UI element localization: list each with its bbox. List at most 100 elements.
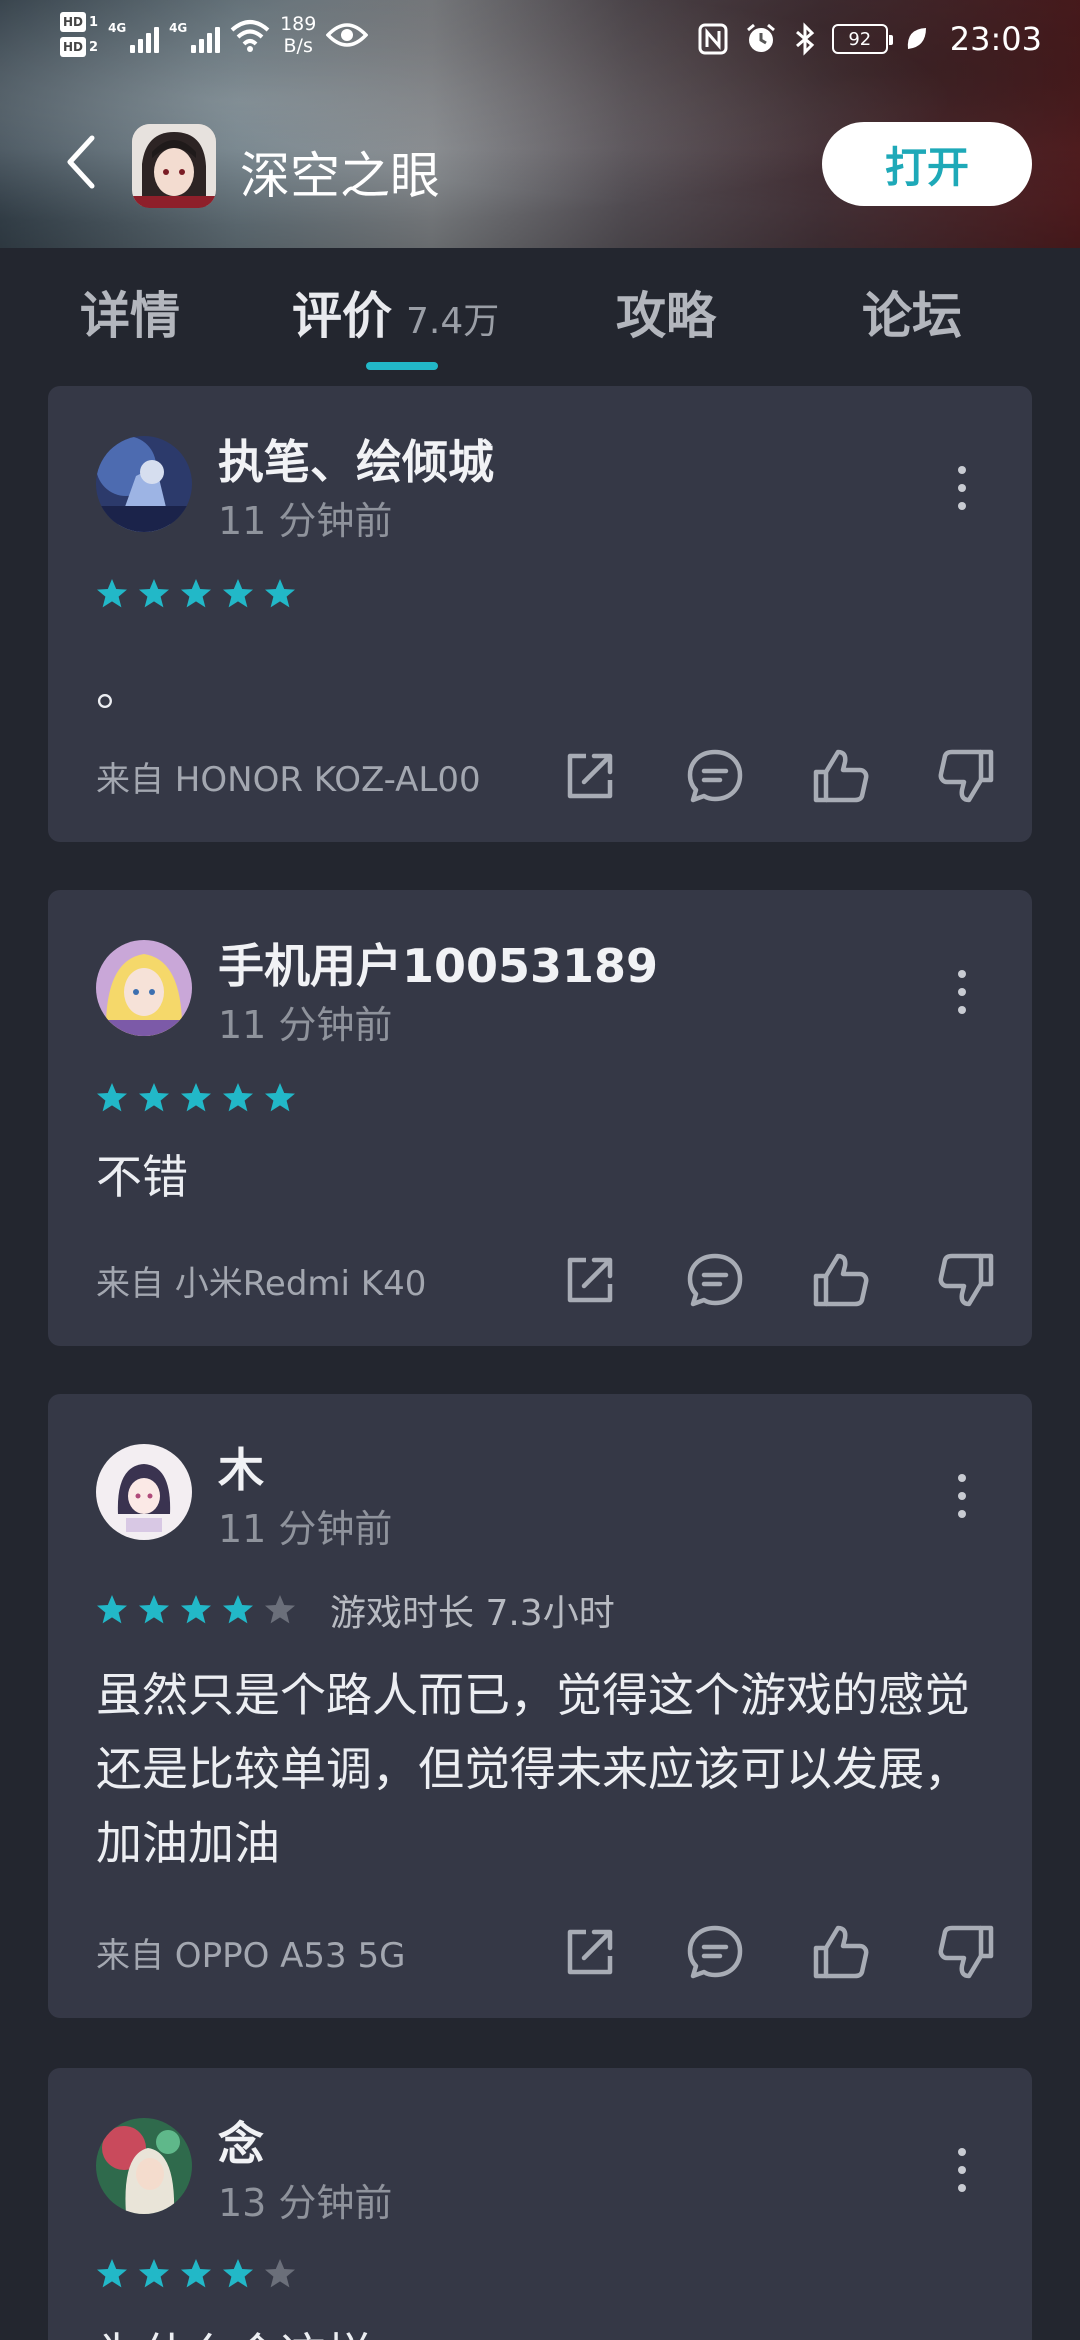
username[interactable]: 念 xyxy=(218,2108,264,2174)
leaf-icon xyxy=(907,28,926,49)
review-card: 手机用户10053189 11 分钟前 不错 来自 小米Redmi K40 xyxy=(48,890,1032,1346)
thumb-down-icon xyxy=(938,749,994,803)
star-icon xyxy=(181,2259,211,2288)
star-icon xyxy=(181,1083,211,1112)
nfc-icon xyxy=(698,23,728,55)
share-button[interactable] xyxy=(558,744,622,808)
signal-2-icon: 4G xyxy=(169,17,221,53)
star-icon xyxy=(265,1595,295,1624)
wifi-icon xyxy=(230,20,270,52)
avatar[interactable] xyxy=(96,436,192,532)
avatar[interactable] xyxy=(96,1444,192,1540)
bluetooth-icon xyxy=(795,22,814,56)
review-text: 为什么会这样 xyxy=(96,2318,996,2340)
username[interactable]: 执笔、绘倾城 xyxy=(218,426,494,492)
star-icon xyxy=(97,579,127,608)
star-icon xyxy=(139,579,169,608)
alarm-icon xyxy=(746,23,775,52)
rating-stars: 游戏时长 7.3小时 xyxy=(96,1584,615,1636)
comment-button[interactable] xyxy=(683,744,747,808)
comment-icon xyxy=(688,1925,743,1979)
star-icon xyxy=(139,1083,169,1112)
dislike-button[interactable] xyxy=(934,1248,998,1312)
review-actions xyxy=(558,1248,998,1312)
star-icon xyxy=(223,1595,253,1624)
comment-icon xyxy=(688,1253,743,1307)
more-icon[interactable] xyxy=(952,2148,972,2192)
star-icon xyxy=(223,579,253,608)
comment-button[interactable] xyxy=(683,1920,747,1984)
review-time: 11 分钟前 xyxy=(218,1003,393,1047)
star-icon xyxy=(265,1083,295,1112)
share-button[interactable] xyxy=(558,1248,622,1312)
clock: 23:03 xyxy=(949,20,1042,58)
review-time: 11 分钟前 xyxy=(218,499,393,543)
thumb-up-icon xyxy=(813,1925,869,1979)
share-icon xyxy=(567,753,613,799)
comment-button[interactable] xyxy=(683,1248,747,1312)
username[interactable]: 手机用户10053189 xyxy=(218,930,658,996)
playtime: 游戏时长 7.3小时 xyxy=(330,1593,615,1634)
rating-stars xyxy=(96,578,296,610)
back-icon xyxy=(67,135,95,189)
review-time: 11 分钟前 xyxy=(218,1507,393,1551)
avatar[interactable] xyxy=(96,940,192,1036)
star-icon xyxy=(181,579,211,608)
share-icon xyxy=(567,1257,613,1303)
review-text: 。 xyxy=(96,662,142,716)
rating-stars xyxy=(96,2258,296,2290)
review-text: 不错 xyxy=(96,1150,188,1204)
rating-stars xyxy=(96,1082,296,1114)
star-icon xyxy=(265,2259,295,2288)
tab-forum[interactable]: 论坛 xyxy=(862,276,962,348)
review-card: 念 13 分钟前 为什么会这样 xyxy=(48,2068,1032,2340)
tab-bar: 详情 评价 7.4万 攻略 论坛 xyxy=(0,248,1080,378)
star-icon xyxy=(97,2259,127,2288)
open-button[interactable]: 打开 xyxy=(822,122,1032,206)
review-actions xyxy=(558,744,998,808)
more-icon[interactable] xyxy=(952,1474,972,1518)
status-bar: HD 1 HD 2 4G 4G 189 B/s 92 23:03 xyxy=(0,0,1080,80)
dislike-button[interactable] xyxy=(934,1920,998,1984)
battery-icon: 92 xyxy=(831,24,893,54)
device-source: 来自 小米Redmi K40 xyxy=(96,1264,427,1304)
review-actions xyxy=(558,1920,998,1984)
app-icon xyxy=(132,124,216,208)
star-icon xyxy=(181,1595,211,1624)
back-button[interactable] xyxy=(60,132,110,192)
more-icon[interactable] xyxy=(952,970,972,1014)
share-icon xyxy=(567,1929,613,1975)
star-icon xyxy=(139,2259,169,2288)
more-icon[interactable] xyxy=(952,466,972,510)
tab-reviews[interactable]: 评价 7.4万 xyxy=(292,276,499,348)
review-time: 13 分钟前 xyxy=(218,2181,393,2225)
thumb-up-icon xyxy=(813,749,869,803)
tab-guides[interactable]: 攻略 xyxy=(616,276,716,348)
review-count: 7.4万 xyxy=(406,301,500,342)
device-source: 来自 HONOR KOZ-AL00 xyxy=(96,760,481,800)
app-title: 深空之眼 xyxy=(240,147,440,205)
username[interactable]: 木 xyxy=(218,1434,264,1500)
thumb-down-icon xyxy=(938,1253,994,1307)
thumb-down-icon xyxy=(938,1925,994,1979)
star-icon xyxy=(223,2259,253,2288)
review-text: 虽然只是个路人而已，觉得这个游戏的感觉还是比较单调，但觉得未来应该可以发展，加油… xyxy=(96,1668,970,1870)
star-icon xyxy=(97,1083,127,1112)
like-button[interactable] xyxy=(809,1920,873,1984)
share-button[interactable] xyxy=(558,1920,622,1984)
like-button[interactable] xyxy=(809,1248,873,1312)
hd-indicators: HD 1 HD 2 xyxy=(60,12,98,58)
avatar[interactable] xyxy=(96,2118,192,2214)
dislike-button[interactable] xyxy=(934,744,998,808)
tab-details[interactable]: 详情 xyxy=(80,276,180,348)
signal-1-icon: 4G xyxy=(108,17,160,53)
star-icon xyxy=(97,1595,127,1624)
review-card: 木 11 分钟前 游戏时长 7.3小时 虽然只是个路人而已，觉得这个游戏的感觉还… xyxy=(48,1394,1032,2018)
review-card: 执笔、绘倾城 11 分钟前 。 来自 HONOR KOZ-AL00 xyxy=(48,386,1032,842)
net-speed: 189 B/s xyxy=(280,13,317,57)
thumb-up-icon xyxy=(813,1253,869,1307)
eye-icon xyxy=(326,23,369,47)
star-icon xyxy=(139,1595,169,1624)
star-icon xyxy=(223,1083,253,1112)
like-button[interactable] xyxy=(809,744,873,808)
